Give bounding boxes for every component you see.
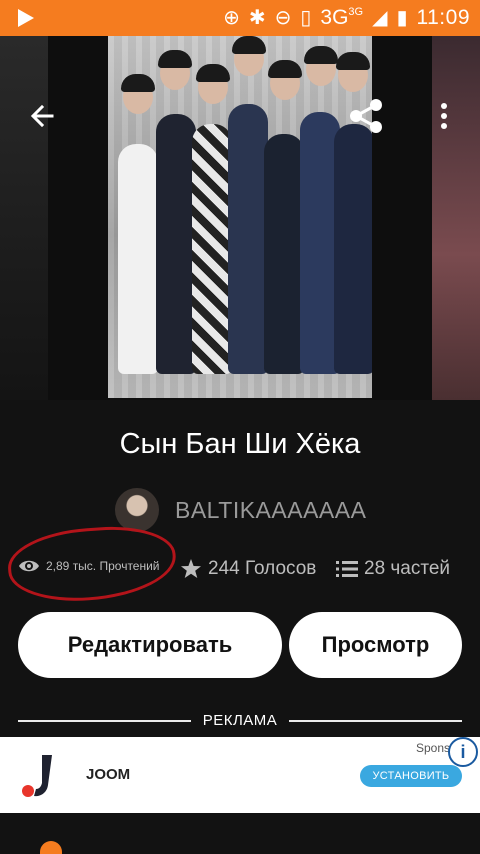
list-icon: [336, 561, 358, 577]
parts-stat: 28 частей: [336, 558, 450, 580]
parts-count: 28 частей: [364, 558, 451, 579]
more-vertical-icon: [441, 103, 447, 129]
votes-stat: 244 Голосов: [180, 558, 316, 580]
divider-line: [18, 719, 191, 722]
status-time: 11:09: [416, 6, 470, 29]
network-type: 3G3G: [320, 6, 364, 29]
next-cover[interactable]: [432, 36, 480, 400]
do-not-disturb-icon: ⊖: [274, 7, 292, 29]
edit-button[interactable]: Редактировать: [18, 612, 282, 678]
battery-icon: ▮: [396, 7, 408, 29]
status-bar: ⊕ ✱ ⊖ ▯ 3G3G ◢ ▮ 11:09: [0, 0, 480, 36]
more-options-button[interactable]: [424, 96, 464, 136]
partial-icon: [40, 841, 62, 854]
ad-app-name[interactable]: JOOM: [86, 766, 130, 783]
author-avatar[interactable]: [115, 488, 159, 532]
next-section-preview: [0, 813, 480, 854]
joom-logo-icon: [22, 755, 52, 797]
install-button[interactable]: УСТАНОВИТЬ: [360, 765, 462, 787]
story-title: Сын Бан Ши Хёка: [119, 428, 361, 460]
eye-icon: [19, 560, 39, 572]
star-icon: [181, 559, 201, 578]
previous-cover[interactable]: [0, 36, 48, 400]
divider-line: [289, 719, 463, 722]
author-name[interactable]: BALTIKAAAAAAA: [175, 497, 366, 524]
story-stats: 2,89 тыс. Прочтений 244 Голосов 28 часте…: [0, 522, 480, 606]
reads-count: 2,89 тыс. Прочтений: [46, 559, 160, 573]
play-store-icon: [18, 9, 34, 27]
data-saver-icon: ⊕: [223, 7, 240, 29]
vibrate-icon: ▯: [300, 7, 312, 29]
share-icon: [350, 99, 382, 133]
cover-carousel[interactable]: [0, 36, 480, 400]
ad-label: РЕКЛАМА: [202, 712, 278, 729]
arrow-left-icon: [30, 104, 54, 128]
ad-divider: РЕКЛАМА: [18, 712, 463, 729]
back-button[interactable]: [22, 96, 62, 136]
author-row[interactable]: BALTIKAAAAAAA: [115, 488, 366, 532]
view-button[interactable]: Просмотр: [289, 612, 462, 678]
story-cover-image[interactable]: [108, 36, 372, 398]
reads-stat: 2,89 тыс. Прочтений: [18, 558, 160, 574]
votes-count: 244 Голосов: [208, 558, 317, 579]
signal-icon: ◢: [372, 7, 388, 29]
sponsored-label: Spons: [416, 741, 451, 755]
bluetooth-icon: ✱: [248, 7, 266, 29]
ad-banner[interactable]: JOOM Spons УСТАНОВИТЬ i: [0, 737, 480, 813]
ad-info-icon[interactable]: i: [448, 737, 478, 767]
share-button[interactable]: [346, 96, 386, 136]
